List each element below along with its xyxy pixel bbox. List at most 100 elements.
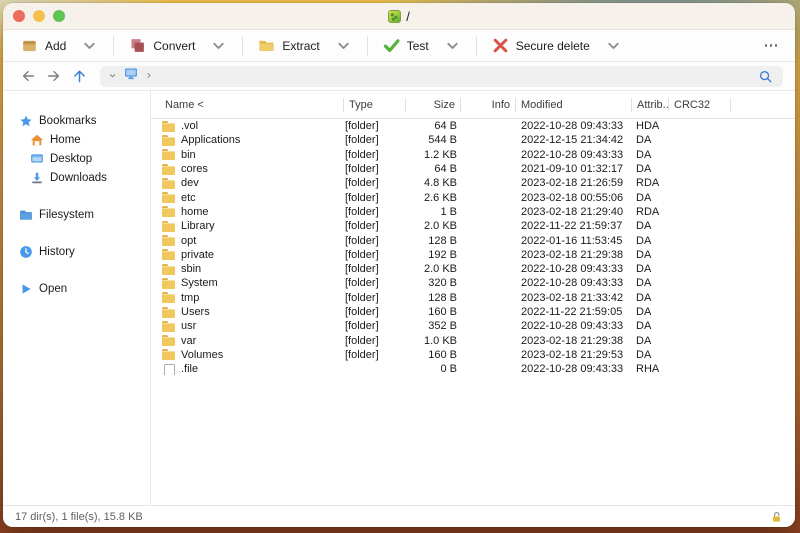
secure-delete-button[interactable]: Secure delete: [486, 33, 628, 59]
file-name: cores: [181, 163, 208, 176]
sidebar-label: Desktop: [50, 152, 93, 165]
path-dropdown-chevron-icon[interactable]: [108, 67, 117, 85]
file-size: 2.0 KB: [423, 220, 457, 233]
sidebar-item-history[interactable]: History: [3, 242, 150, 261]
file-attrib: DA: [636, 334, 652, 347]
title-bar[interactable]: /: [3, 3, 795, 30]
table-row[interactable]: .file 0 B 2022-10-28 09:43:33 RHA: [151, 362, 795, 376]
row-type-icon: [162, 249, 176, 261]
sidebar-label: Filesystem: [39, 208, 94, 221]
file-type: [folder]: [345, 220, 379, 233]
table-row[interactable]: System [folder] 320 B 2022-10-28 09:43:3…: [151, 276, 795, 290]
table-row[interactable]: home [folder] 1 B 2023-02-18 21:29:40 RD…: [151, 205, 795, 219]
file-name: .file: [181, 363, 199, 376]
lock-icon[interactable]: [770, 510, 783, 524]
sidebar-item-open[interactable]: Open: [3, 279, 150, 298]
address-breadcrumb-field[interactable]: [100, 65, 783, 87]
search-icon[interactable]: [756, 67, 775, 86]
sidebar-item-bookmarks[interactable]: Bookmarks: [3, 111, 150, 130]
table-row[interactable]: opt [folder] 128 B 2022-01-16 11:53:45 D…: [151, 233, 795, 247]
sidebar-item-home[interactable]: Home: [3, 130, 150, 149]
file-size: 160 B: [428, 348, 457, 361]
table-row[interactable]: Volumes [folder] 160 B 2023-02-18 21:29:…: [151, 348, 795, 362]
sidebar-item-downloads[interactable]: Downloads: [3, 168, 150, 187]
file-name: var: [181, 334, 197, 347]
column-header-type[interactable]: Type: [344, 97, 406, 112]
row-type-icon: [162, 120, 176, 132]
file-modified: 2022-01-16 11:53:45: [521, 234, 623, 247]
file-type: [folder]: [345, 334, 379, 347]
table-row[interactable]: dev [folder] 4.8 KB 2023-02-18 21:26:59 …: [151, 176, 795, 190]
convert-button[interactable]: Convert: [123, 33, 233, 59]
table-row[interactable]: bin [folder] 1.2 KB 2022-10-28 09:43:33 …: [151, 148, 795, 162]
test-button[interactable]: Test: [377, 33, 467, 59]
column-header-modified[interactable]: Modified: [516, 97, 632, 112]
file-name: usr: [181, 320, 197, 333]
table-row[interactable]: private [folder] 192 B 2023-02-18 21:29:…: [151, 248, 795, 262]
more-options-icon[interactable]: [759, 40, 784, 51]
sidebar-item-filesystem[interactable]: Filesystem: [3, 205, 150, 224]
table-row[interactable]: var [folder] 1.0 KB 2023-02-18 21:29:38 …: [151, 333, 795, 347]
secure-delete-label: Secure delete: [515, 38, 590, 53]
file-size: 1.2 KB: [423, 148, 457, 161]
file-type: [folder]: [345, 234, 379, 247]
add-dropdown-chevron-icon[interactable]: [81, 37, 98, 54]
minimize-button[interactable]: [33, 10, 45, 22]
test-check-icon: [383, 39, 400, 53]
file-attrib: RDA: [636, 177, 660, 190]
forward-button[interactable]: [41, 67, 67, 85]
table-row[interactable]: sbin [folder] 2.0 KB 2022-10-28 09:43:33…: [151, 262, 795, 276]
sidebar-label: History: [39, 245, 75, 258]
computer-icon[interactable]: [123, 66, 139, 86]
peazip-app-icon: [388, 9, 402, 23]
file-size: 2.0 KB: [423, 263, 457, 276]
column-header-name[interactable]: Name <: [151, 97, 344, 112]
table-row[interactable]: cores [folder] 64 B 2021-09-10 01:32:17 …: [151, 162, 795, 176]
add-label: Add: [45, 38, 67, 53]
file-size: 1.0 KB: [423, 334, 457, 347]
file-attrib: DA: [636, 163, 652, 176]
file-attrib: DA: [636, 220, 652, 233]
breadcrumb-chevron-right-icon: [145, 67, 153, 85]
file-type: [folder]: [345, 348, 379, 361]
column-header-crc32[interactable]: CRC32: [669, 97, 731, 112]
file-modified: 2021-09-10 01:32:17: [521, 163, 624, 176]
row-type-icon: [162, 220, 176, 232]
file-size: 352 B: [428, 320, 457, 333]
file-size: 64 B: [434, 163, 457, 176]
file-name: System: [181, 277, 218, 290]
table-row[interactable]: usr [folder] 352 B 2022-10-28 09:43:33 D…: [151, 319, 795, 333]
table-row[interactable]: Applications [folder] 544 B 2022-12-15 2…: [151, 133, 795, 147]
file-name: private: [181, 248, 215, 261]
row-type-icon: [162, 292, 176, 304]
column-header-attrib[interactable]: Attrib...: [632, 97, 669, 112]
file-attrib: DA: [636, 191, 652, 204]
extract-button[interactable]: Extract: [252, 33, 357, 59]
back-button[interactable]: [15, 67, 41, 85]
file-attrib: DA: [636, 291, 652, 304]
table-row[interactable]: .vol [folder] 64 B 2022-10-28 09:43:33 H…: [151, 119, 795, 133]
table-row[interactable]: Library [folder] 2.0 KB 2022-11-22 21:59…: [151, 219, 795, 233]
close-button[interactable]: [13, 10, 25, 22]
column-header-size[interactable]: Size: [406, 97, 461, 112]
home-icon: [30, 134, 44, 145]
file-browser: Name < Type Size Info Modified Attrib...…: [151, 91, 795, 505]
test-dropdown-chevron-icon[interactable]: [444, 37, 461, 54]
file-attrib: DA: [636, 263, 652, 276]
table-row[interactable]: etc [folder] 2.6 KB 2023-02-18 00:55:06 …: [151, 190, 795, 204]
file-type: [folder]: [345, 163, 379, 176]
file-attrib: DA: [636, 306, 652, 318]
table-row[interactable]: tmp [folder] 128 B 2023-02-18 21:33:42 D…: [151, 291, 795, 305]
sidebar-item-desktop[interactable]: Desktop: [3, 149, 150, 168]
file-attrib: DA: [636, 248, 652, 261]
convert-dropdown-chevron-icon[interactable]: [210, 37, 227, 54]
column-header-info[interactable]: Info: [461, 97, 516, 112]
extract-dropdown-chevron-icon[interactable]: [335, 37, 352, 54]
zoom-button[interactable]: [53, 10, 65, 22]
row-type-icon: [162, 320, 176, 332]
file-size: 320 B: [428, 277, 457, 290]
secure-delete-dropdown-chevron-icon[interactable]: [605, 37, 622, 54]
table-row[interactable]: Users [folder] 160 B 2022-11-22 21:59:05…: [151, 305, 795, 319]
add-button[interactable]: Add: [15, 33, 104, 59]
up-button[interactable]: [67, 66, 92, 86]
